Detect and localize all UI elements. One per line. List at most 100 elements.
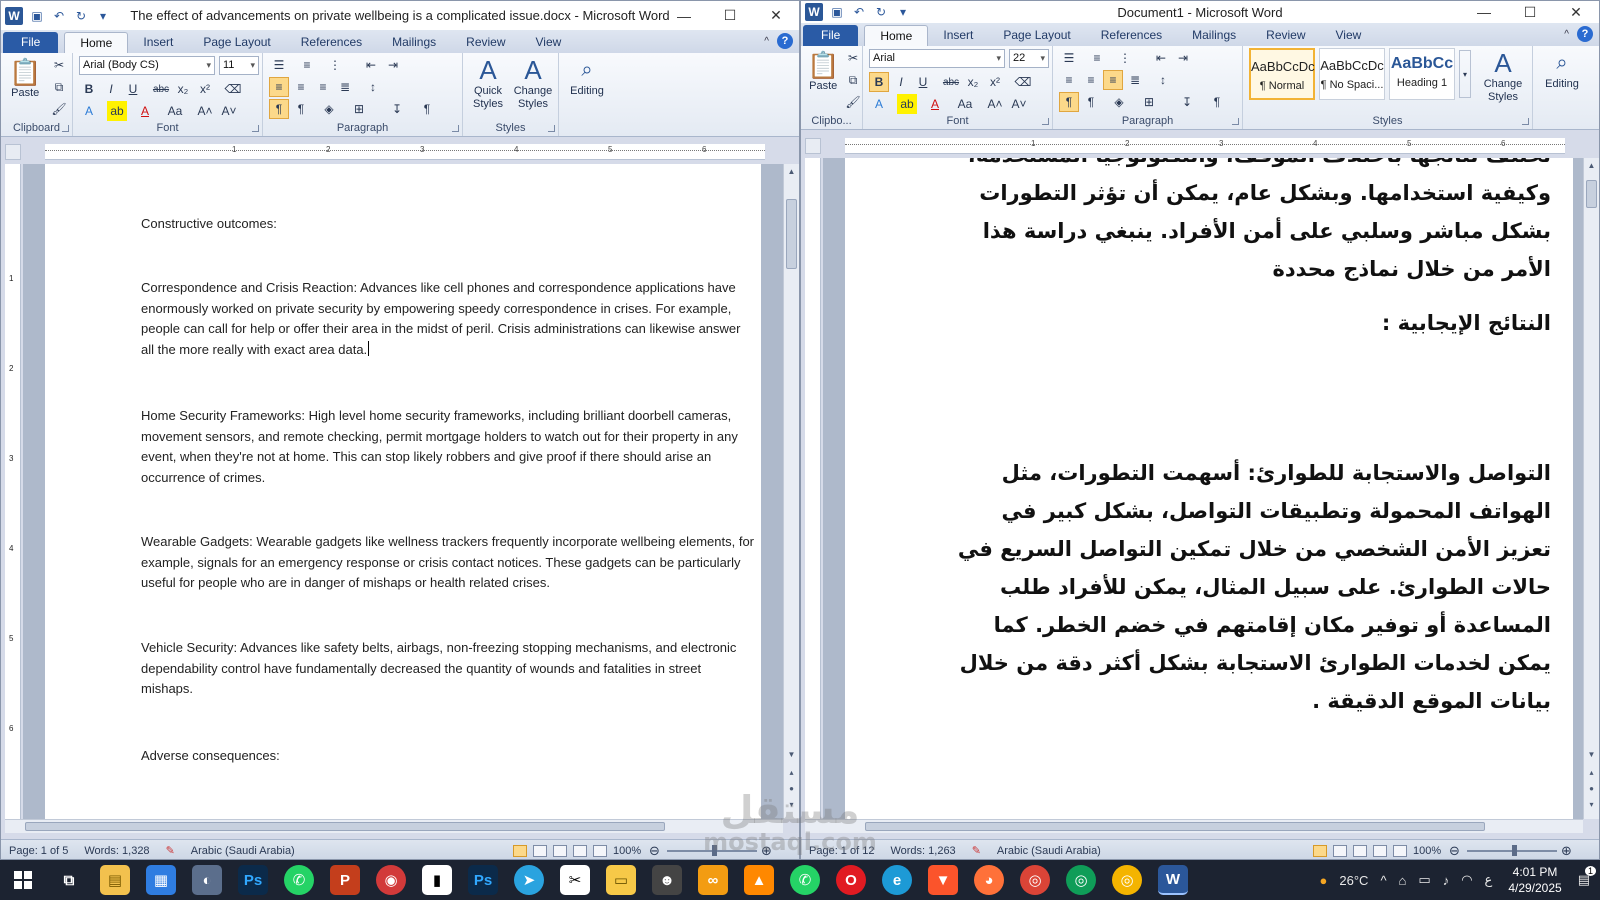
- link-icon[interactable]: ∞: [698, 865, 728, 895]
- firefox-icon[interactable]: ◕: [974, 865, 1004, 895]
- draft-view-icon[interactable]: [1393, 845, 1407, 857]
- align-center-icon[interactable]: ≡: [291, 77, 311, 97]
- document-paragraph[interactable]: Wearable Gadgets: Wearable gadgets like …: [141, 532, 756, 594]
- zoom-level[interactable]: 100%: [1413, 845, 1441, 857]
- draft-view-icon[interactable]: [593, 845, 607, 857]
- tab-selector[interactable]: [5, 144, 21, 160]
- document-paragraph[interactable]: Correspondence and Crisis Reaction: Adva…: [141, 278, 756, 360]
- word-count[interactable]: Words: 1,328: [76, 845, 157, 857]
- print-layout-view-icon[interactable]: [1313, 845, 1327, 857]
- app-icon[interactable]: ◐: [192, 865, 222, 895]
- outline-view-icon[interactable]: [1373, 845, 1387, 857]
- whatsapp-icon[interactable]: ✆: [284, 865, 314, 895]
- paste-button[interactable]: 📋 Paste: [9, 57, 41, 100]
- subscript-icon[interactable]: x₂: [963, 72, 983, 92]
- maximize-button[interactable]: ☐: [1507, 1, 1553, 23]
- sort-icon[interactable]: ↧: [1177, 92, 1197, 112]
- shading-icon[interactable]: ◈: [1109, 92, 1129, 112]
- text-effects-icon[interactable]: A: [79, 101, 99, 121]
- strikethrough-icon[interactable]: abc: [151, 79, 171, 99]
- font-size-select[interactable]: 22: [1009, 49, 1049, 68]
- rtl-direction-icon[interactable]: ¶: [1081, 92, 1101, 112]
- format-painter-icon[interactable]: 🖌: [49, 99, 69, 119]
- change-styles-button[interactable]: A Change Styles: [1477, 48, 1529, 104]
- page-count[interactable]: Page: 1 of 5: [1, 845, 76, 857]
- tab-view[interactable]: View: [1321, 25, 1377, 46]
- zoom-slider[interactable]: [667, 845, 757, 856]
- wifi-icon[interactable]: ◠: [1461, 872, 1472, 888]
- paste-button[interactable]: 📋 Paste: [807, 50, 839, 93]
- document-paragraph[interactable]: النتائج الإيجابية :: [941, 304, 1551, 342]
- grow-font-icon[interactable]: A˄: [985, 94, 1005, 114]
- horizontal-ruler[interactable]: 1 2 3 4 5 6: [45, 144, 765, 160]
- borders-icon[interactable]: ⊞: [1139, 92, 1159, 112]
- align-left-icon[interactable]: ≡: [269, 77, 289, 97]
- line-spacing-icon[interactable]: ↕: [363, 77, 383, 97]
- ltr-direction-icon[interactable]: ¶: [269, 99, 289, 119]
- tab-file[interactable]: File: [3, 32, 59, 53]
- document-page[interactable]: تختلف نتائجها باختلاف الموقف، والتكنولوج…: [845, 158, 1573, 819]
- redo-icon[interactable]: ↻: [873, 4, 889, 20]
- underline-icon[interactable]: U: [913, 72, 933, 92]
- document-area[interactable]: Constructive outcomes: Correspondence an…: [23, 164, 783, 819]
- numbering-icon[interactable]: ≡: [297, 55, 317, 75]
- document-page[interactable]: Constructive outcomes: Correspondence an…: [45, 164, 761, 819]
- scroll-up-icon[interactable]: ▲: [784, 164, 799, 178]
- justify-icon[interactable]: ≣: [335, 77, 355, 97]
- brave-icon[interactable]: ▼: [928, 865, 958, 895]
- rtl-direction-icon[interactable]: ¶: [291, 99, 311, 119]
- clear-formatting-icon[interactable]: ⌫: [223, 79, 243, 99]
- battery-icon[interactable]: ▭: [1418, 872, 1430, 888]
- underline-icon[interactable]: U: [123, 79, 143, 99]
- shading-icon[interactable]: ◈: [319, 99, 339, 119]
- show-marks-icon[interactable]: ¶: [417, 99, 437, 119]
- minimize-ribbon-icon[interactable]: ^: [764, 36, 769, 47]
- next-page-icon[interactable]: ▾: [1584, 797, 1599, 811]
- language-indicator[interactable]: Arabic (Saudi Arabia): [989, 845, 1109, 857]
- opera-icon[interactable]: O: [836, 865, 866, 895]
- web-layout-view-icon[interactable]: [1353, 845, 1367, 857]
- sticky-notes-icon[interactable]: ▭: [606, 865, 636, 895]
- whatsapp2-icon[interactable]: ✆: [790, 865, 820, 895]
- align-right-icon[interactable]: ≡: [313, 77, 333, 97]
- bullets-icon[interactable]: ☰: [1059, 48, 1079, 68]
- increase-indent-icon[interactable]: ⇥: [1173, 48, 1193, 68]
- select-browse-object-icon[interactable]: ●: [1584, 781, 1599, 795]
- word-logo-icon[interactable]: W: [5, 6, 23, 25]
- copy-icon[interactable]: ⧉: [49, 77, 69, 97]
- italic-icon[interactable]: I: [101, 79, 121, 99]
- previous-page-icon[interactable]: ▴: [784, 765, 799, 779]
- italic-icon[interactable]: I: [891, 72, 911, 92]
- customize-qat-icon[interactable]: ▾: [895, 4, 911, 20]
- document-paragraph[interactable]: Adverse consequences:: [141, 746, 756, 767]
- notifications-icon[interactable]: ▤ 1: [1578, 866, 1596, 888]
- show-hidden-icons[interactable]: ^: [1380, 873, 1386, 888]
- scroll-down-icon[interactable]: ▼: [784, 747, 799, 761]
- borders-icon[interactable]: ⊞: [349, 99, 369, 119]
- web-layout-view-icon[interactable]: [553, 845, 567, 857]
- styles-launcher-icon[interactable]: [1522, 118, 1529, 125]
- horizontal-scroll-thumb[interactable]: [25, 822, 665, 831]
- grow-font-icon[interactable]: A˄: [195, 101, 215, 121]
- tab-mailings[interactable]: Mailings: [377, 32, 451, 53]
- highlight-icon[interactable]: ab: [897, 94, 917, 114]
- shrink-font-icon[interactable]: A˅: [219, 101, 239, 121]
- quick-styles-button[interactable]: A Quick Styles: [467, 55, 509, 111]
- tab-view[interactable]: View: [521, 32, 577, 53]
- customize-qat-icon[interactable]: ▾: [95, 8, 111, 24]
- align-center-icon[interactable]: ≡: [1081, 70, 1101, 90]
- help-icon[interactable]: ?: [1577, 26, 1593, 42]
- multilevel-list-icon[interactable]: ⋮: [325, 55, 345, 75]
- font-name-select[interactable]: Arial: [869, 49, 1005, 68]
- word-icon[interactable]: W: [1158, 865, 1188, 895]
- tab-home[interactable]: Home: [64, 32, 129, 53]
- style-no-spacing[interactable]: AaBbCcDc ¶ No Spaci...: [1319, 48, 1385, 100]
- clipboard-launcher-icon[interactable]: [62, 125, 69, 132]
- ltr-direction-icon[interactable]: ¶: [1059, 92, 1079, 112]
- document-paragraph[interactable]: تختلف نتائجها باختلاف الموقف، والتكنولوج…: [941, 158, 1551, 288]
- task-view-icon[interactable]: ⧉: [54, 865, 84, 895]
- font-size-select[interactable]: 11: [219, 56, 259, 75]
- undo-icon[interactable]: ↶: [851, 4, 867, 20]
- screen-recorder-icon[interactable]: ◉: [376, 865, 406, 895]
- save-icon[interactable]: ▣: [829, 4, 845, 20]
